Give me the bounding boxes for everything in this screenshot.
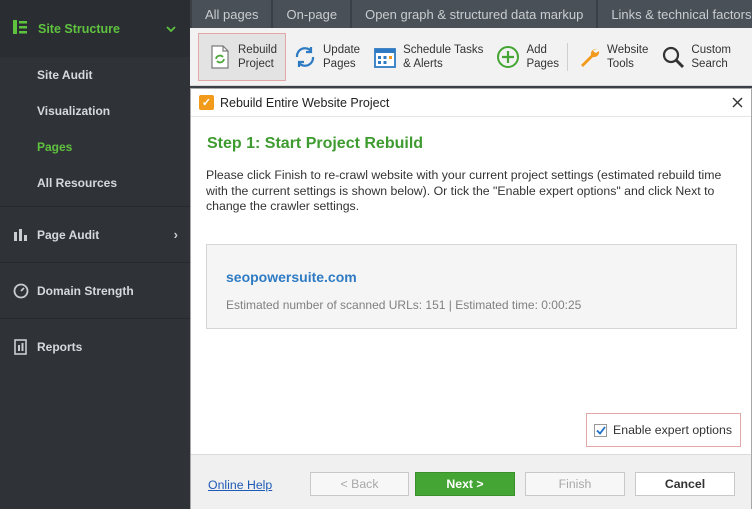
finish-button[interactable]: Finish bbox=[525, 472, 625, 496]
online-help-link[interactable]: Online Help bbox=[208, 478, 272, 492]
enable-expert-options[interactable]: Enable expert options bbox=[586, 413, 741, 447]
sidebar-item-site-audit[interactable]: Site Audit bbox=[0, 57, 190, 93]
search-label-2: Search bbox=[691, 57, 728, 70]
reports-icon bbox=[12, 338, 30, 355]
schedule-label-2: & Alerts bbox=[403, 57, 443, 70]
step-title: Step 1: Start Project Rebuild bbox=[207, 135, 424, 152]
back-button[interactable]: < Back bbox=[310, 472, 409, 496]
sidebar-item-visualization[interactable]: Visualization bbox=[0, 93, 190, 129]
expert-options-checkbox[interactable] bbox=[594, 423, 608, 437]
expert-options-label: Enable expert options bbox=[613, 423, 732, 437]
chevron-down-icon[interactable] bbox=[166, 22, 176, 36]
refresh-icon bbox=[292, 44, 318, 70]
sidebar-domain-strength-label: Domain Strength bbox=[37, 283, 134, 298]
search-icon bbox=[660, 44, 686, 70]
dialog-body: Step 1: Start Project Rebuild Please cli… bbox=[191, 117, 751, 454]
sidebar-site-structure[interactable]: Site Structure bbox=[0, 0, 190, 57]
site-structure-icon bbox=[12, 19, 28, 38]
app-icon: ✓ bbox=[199, 95, 214, 110]
wrench-icon bbox=[576, 44, 602, 70]
toolbar: Rebuild Project Update Pages Schedule Task… bbox=[190, 28, 752, 86]
sidebar: Site Structure Site Audit Visualization … bbox=[0, 0, 190, 509]
gauge-icon bbox=[12, 283, 30, 299]
sidebar-item-reports[interactable]: Reports bbox=[0, 318, 190, 374]
cancel-button[interactable]: Cancel bbox=[635, 472, 735, 496]
update-pages-button[interactable]: Update Pages bbox=[286, 33, 366, 81]
dialog-title-bar: ✓ Rebuild Entire Website Project bbox=[191, 89, 751, 117]
sidebar-item-all-resources[interactable]: All Resources bbox=[0, 165, 190, 201]
update-label-1: Update bbox=[323, 43, 361, 56]
estimate-text: Estimated number of scanned URLs: 151 | … bbox=[226, 298, 582, 312]
project-info-box: seopowersuite.com Estimated number of sc… bbox=[206, 244, 737, 329]
tab-open-graph[interactable]: Open graph & structured data markup bbox=[352, 0, 597, 28]
calendar-icon bbox=[372, 44, 398, 70]
dialog-title: Rebuild Entire Website Project bbox=[220, 95, 390, 110]
tab-on-page[interactable]: On-page bbox=[273, 0, 351, 28]
schedule-label-1: Schedule Tasks bbox=[403, 43, 484, 56]
dialog-description: Please click Finish to re-crawl website … bbox=[206, 168, 722, 213]
rebuild-dialog: ✓ Rebuild Entire Website Project Step 1:… bbox=[190, 88, 752, 509]
rebuild-label-2: Project bbox=[238, 57, 274, 70]
schedule-tasks-button[interactable]: Schedule Tasks & Alerts bbox=[366, 33, 489, 81]
tab-bar: All pages On-page Open graph & structure… bbox=[190, 0, 752, 28]
sidebar-reports-label: Reports bbox=[37, 339, 83, 354]
sidebar-item-page-audit[interactable]: Page Audit › bbox=[0, 206, 190, 262]
tools-label-1: Website bbox=[607, 43, 649, 56]
website-tools-button[interactable]: Website Tools bbox=[570, 33, 654, 81]
toolbar-divider bbox=[567, 42, 569, 71]
dialog-footer: Online Help < Back Next > Finish Cancel bbox=[191, 454, 751, 509]
sidebar-item-pages[interactable]: Pages bbox=[0, 129, 190, 165]
rebuild-icon bbox=[207, 44, 233, 70]
custom-search-button[interactable]: Custom Search bbox=[654, 33, 737, 81]
update-label-2: Pages bbox=[323, 57, 356, 70]
chevron-right-icon: › bbox=[173, 227, 178, 242]
page-audit-icon bbox=[12, 228, 30, 242]
tools-label-2: Tools bbox=[607, 57, 634, 70]
add-label-2: Pages bbox=[526, 57, 560, 70]
plus-circle-icon bbox=[495, 44, 521, 70]
next-button[interactable]: Next > bbox=[415, 472, 515, 496]
tab-all-pages[interactable]: All pages bbox=[192, 0, 272, 28]
sidebar-site-structure-label: Site Structure bbox=[38, 21, 120, 36]
rebuild-project-button[interactable]: Rebuild Project bbox=[198, 32, 286, 81]
add-pages-button[interactable]: Add Pages bbox=[489, 33, 565, 81]
add-label-1: Add bbox=[526, 43, 547, 56]
search-label-1: Custom bbox=[691, 43, 732, 56]
rebuild-label-1: Rebuild bbox=[238, 43, 277, 56]
close-icon[interactable] bbox=[723, 89, 751, 117]
site-name: seopowersuite.com bbox=[226, 269, 357, 285]
sidebar-page-audit-label: Page Audit bbox=[37, 227, 100, 242]
sidebar-item-domain-strength[interactable]: Domain Strength bbox=[0, 262, 190, 318]
tab-links-technical[interactable]: Links & technical factors bbox=[598, 0, 752, 28]
